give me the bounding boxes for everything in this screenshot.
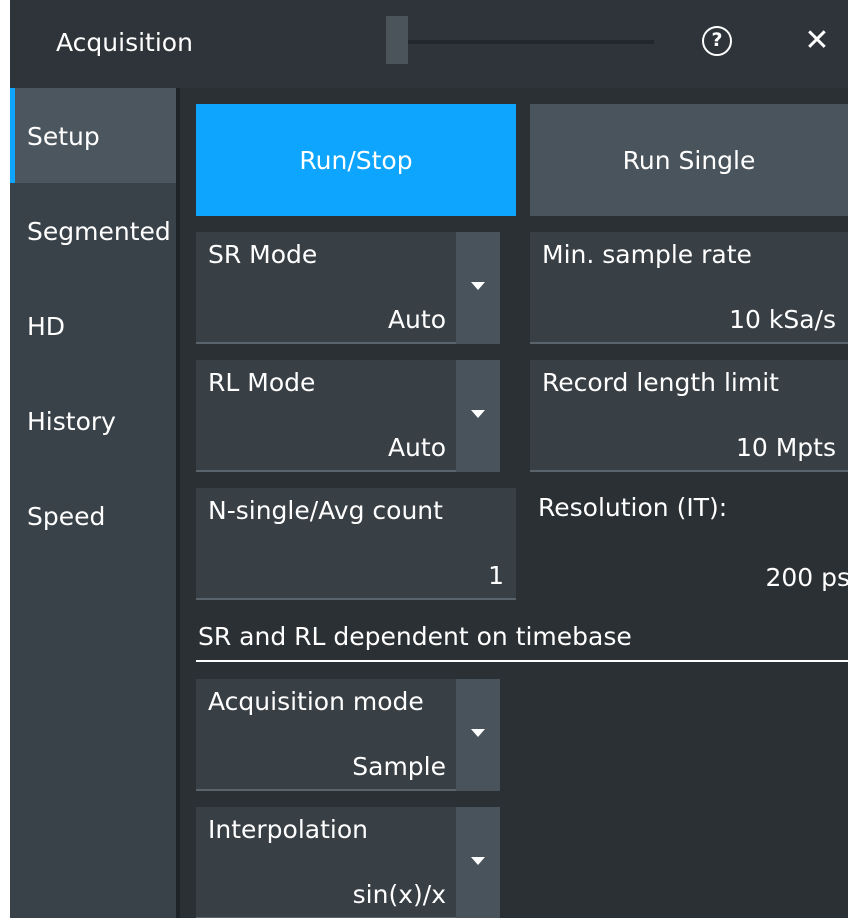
run-stop-button[interactable]: Run/Stop — [196, 104, 516, 216]
interpolation-dropdown-icon[interactable] — [456, 807, 500, 918]
section-divider — [196, 660, 848, 662]
drag-track[interactable] — [408, 40, 654, 44]
close-icon[interactable]: ✕ — [800, 24, 834, 58]
acquisition-mode-select[interactable]: Acquisition mode Sample — [196, 679, 458, 791]
sr-mode-value: Auto — [387, 305, 446, 334]
interpolation-value: sin(x)/x — [352, 880, 446, 909]
rl-mode-value: Auto — [387, 433, 446, 462]
n-single-avg-count-field[interactable]: N-single/Avg count 1 — [196, 488, 516, 600]
sidebar-item-history[interactable]: History — [10, 373, 176, 468]
drag-handle[interactable] — [386, 16, 408, 64]
min-sample-rate-value: 10 kSa/s — [729, 305, 836, 334]
sidebar-item-hd[interactable]: HD — [10, 278, 176, 373]
sidebar-item-label: Segmented — [27, 217, 171, 246]
sr-mode-dropdown-icon[interactable] — [456, 232, 500, 344]
sidebar-item-label: Speed — [27, 502, 106, 531]
acquisition-mode-dropdown-icon[interactable] — [456, 679, 500, 791]
record-length-limit-field[interactable]: Record length limit 10 Mpts — [530, 360, 848, 472]
interpolation-label: Interpolation — [208, 815, 368, 844]
sidebar-item-label: History — [27, 407, 116, 436]
sidebar-item-setup[interactable]: Setup — [10, 88, 176, 183]
resolution-value: 200 ps — [765, 563, 848, 592]
n-single-avg-count-value: 1 — [488, 561, 504, 590]
sidebar-item-label: Setup — [27, 122, 100, 151]
acquisition-mode-label: Acquisition mode — [208, 687, 424, 716]
sidebar: Setup Segmented HD History Speed — [10, 88, 176, 918]
min-sample-rate-label: Min. sample rate — [542, 240, 752, 269]
n-single-avg-count-label: N-single/Avg count — [208, 496, 443, 525]
sidebar-item-speed[interactable]: Speed — [10, 468, 176, 563]
interpolation-select[interactable]: Interpolation sin(x)/x — [196, 807, 458, 918]
acquisition-dialog: Acquisition ? ✕ Setup Segmented HD Histo… — [10, 0, 848, 918]
resolution-label: Resolution (IT): — [538, 493, 728, 522]
dialog-title: Acquisition — [56, 28, 193, 57]
rl-mode-dropdown-icon[interactable] — [456, 360, 500, 472]
section-label: SR and RL dependent on timebase — [198, 622, 632, 651]
record-length-limit-label: Record length limit — [542, 368, 779, 397]
rl-mode-select[interactable]: RL Mode Auto — [196, 360, 458, 472]
setup-panel: Run/Stop Run Single SR Mode Auto Min. sa… — [180, 88, 848, 918]
min-sample-rate-field[interactable]: Min. sample rate 10 kSa/s — [530, 232, 848, 344]
run-single-button[interactable]: Run Single — [530, 104, 848, 216]
sidebar-item-segmented[interactable]: Segmented — [10, 183, 176, 278]
title-bar[interactable]: Acquisition ? ✕ — [10, 0, 848, 88]
record-length-limit-value: 10 Mpts — [735, 433, 836, 462]
rl-mode-label: RL Mode — [208, 368, 316, 397]
sidebar-item-label: HD — [27, 312, 66, 341]
help-icon[interactable]: ? — [702, 26, 732, 56]
sr-mode-select[interactable]: SR Mode Auto — [196, 232, 458, 344]
acquisition-mode-value: Sample — [352, 752, 446, 781]
sr-mode-label: SR Mode — [208, 240, 318, 269]
